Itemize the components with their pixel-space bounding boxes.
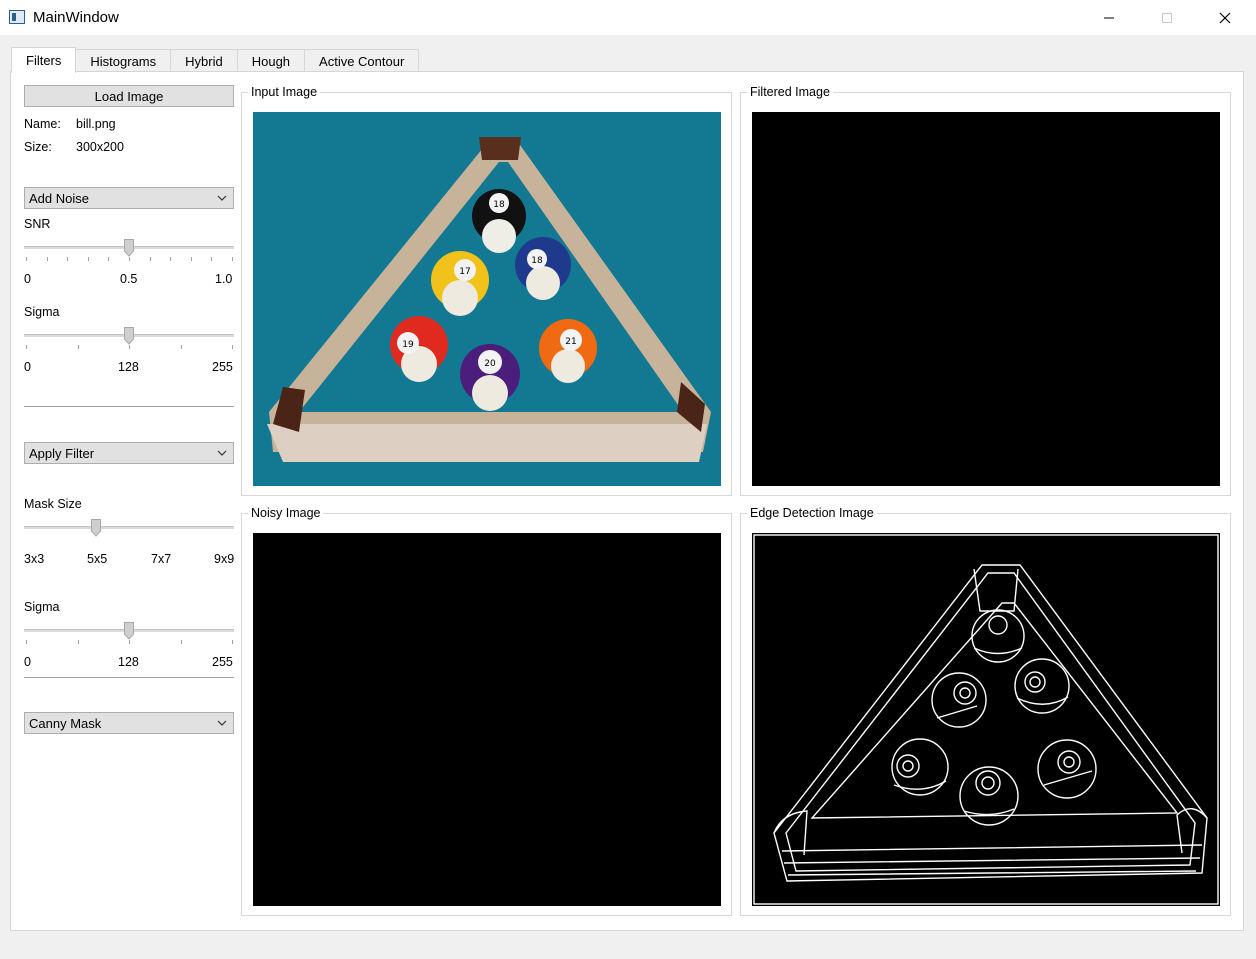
noise-sigma-mid-label: 128 <box>118 360 139 374</box>
noise-sigma-label: Sigma <box>24 305 60 319</box>
edge-mask-value: Canny Mask <box>29 715 102 731</box>
svg-text:19: 19 <box>402 340 414 350</box>
app-icon <box>9 10 25 24</box>
snr-max-label: 1.0 <box>215 272 233 286</box>
slider-tick <box>26 640 27 644</box>
noise-sigma-max-label: 255 <box>212 360 233 374</box>
snr-mid-label: 0.5 <box>120 272 138 286</box>
load-image-button[interactable]: Load Image <box>24 85 234 107</box>
slider-groove <box>24 526 234 529</box>
filtered-image-title: Filtered Image <box>747 85 833 99</box>
slider-tick <box>108 257 110 261</box>
slider-tick <box>129 345 130 349</box>
input-image-view: 18 17 18 19 20 21 <box>253 112 721 486</box>
maximize-icon <box>1162 12 1172 23</box>
noisy-image-group: Noisy Image <box>241 506 732 916</box>
tab-bar: Filters Histograms Hybrid Hough Active C… <box>11 47 420 73</box>
filters-tab-pane: Load Image Name: bill.png Size: 300x200 … <box>10 71 1244 931</box>
slider-tick <box>26 257 27 261</box>
slider-tick <box>170 257 172 261</box>
slider-tick <box>190 257 192 261</box>
slider-tick <box>180 345 182 349</box>
mask-size-label-9x9: 9x9 <box>214 552 235 566</box>
divider <box>24 677 234 678</box>
mask-size-slider[interactable] <box>24 513 234 543</box>
tab-active-contour[interactable]: Active Contour <box>305 49 420 73</box>
mask-size-label-7x7: 7x7 <box>151 552 172 566</box>
filter-type-combo[interactable]: Apply Filter <box>24 442 234 464</box>
chevron-down-icon <box>217 195 227 201</box>
slider-tick <box>180 640 182 644</box>
svg-text:21: 21 <box>565 337 576 347</box>
filter-sigma-min-label: 0 <box>24 655 31 669</box>
slider-tick <box>232 345 233 349</box>
close-button[interactable] <box>1196 0 1254 35</box>
slider-tick <box>232 640 233 644</box>
edge-detection-view <box>752 533 1220 906</box>
snr-label: SNR <box>24 217 51 231</box>
mask-size-label: Mask Size <box>24 497 82 511</box>
filtered-image-group: Filtered Image <box>740 85 1231 496</box>
tab-histograms[interactable]: Histograms <box>76 49 172 73</box>
filter-type-value: Apply Filter <box>29 445 95 461</box>
filter-sigma-label: Sigma <box>24 600 60 614</box>
input-image-group: Input Image 18 17 18 19 20 21 <box>241 85 732 496</box>
slider-tick <box>129 257 130 261</box>
slider-tick <box>46 257 48 261</box>
size-label: Size: <box>24 140 52 154</box>
filter-sigma-slider[interactable] <box>24 616 234 646</box>
slider-tick <box>129 640 130 644</box>
slider-tick <box>149 257 151 261</box>
name-label: Name: <box>24 117 61 131</box>
slider-handle[interactable] <box>124 239 134 257</box>
filter-sigma-mid-label: 128 <box>118 655 139 669</box>
filter-sigma-max-label: 255 <box>212 655 233 669</box>
slider-handle[interactable] <box>124 327 135 345</box>
slider-tick <box>26 345 27 349</box>
slider-tick <box>87 257 89 261</box>
input-image-title: Input Image <box>248 85 321 99</box>
svg-text:20: 20 <box>484 359 496 369</box>
noise-type-value: Add Noise <box>29 190 89 206</box>
edge-detection-group: Edge Detection Image <box>740 506 1231 916</box>
title-bar: MainWindow <box>0 0 1256 35</box>
chevron-down-icon <box>217 450 227 456</box>
slider-tick <box>232 257 233 261</box>
edge-mask-combo[interactable]: Canny Mask <box>24 712 234 734</box>
noise-sigma-slider[interactable] <box>24 321 234 351</box>
window-title: MainWindow <box>33 9 119 26</box>
image-size-value: 300x200 <box>76 140 124 154</box>
edge-detection-title: Edge Detection Image <box>747 506 877 520</box>
noise-sigma-min-label: 0 <box>24 360 31 374</box>
noise-type-combo[interactable]: Add Noise <box>24 187 234 209</box>
slider-tick <box>211 257 213 261</box>
billiard-rack-image: 18 17 18 19 20 21 <box>253 112 721 486</box>
tab-filters[interactable]: Filters <box>11 47 77 73</box>
slider-handle[interactable] <box>90 519 101 537</box>
edge-detection-image <box>753 534 1219 905</box>
slider-tick <box>77 640 79 644</box>
slider-tick <box>77 345 79 349</box>
chevron-down-icon <box>217 720 227 726</box>
tab-hybrid[interactable]: Hybrid <box>171 49 238 73</box>
filtered-image-view <box>752 112 1220 486</box>
image-name-value: bill.png <box>76 117 116 131</box>
snr-min-label: 0 <box>24 272 31 286</box>
minimize-button[interactable] <box>1080 0 1138 35</box>
svg-text:18: 18 <box>493 200 505 210</box>
mask-size-label-3x3: 3x3 <box>24 552 45 566</box>
minimize-icon <box>1104 17 1114 18</box>
close-icon <box>1219 12 1231 23</box>
maximize-button[interactable] <box>1138 0 1196 35</box>
divider <box>24 406 234 407</box>
svg-text:17: 17 <box>459 267 470 277</box>
svg-text:18: 18 <box>531 256 543 266</box>
mask-size-label-5x5: 5x5 <box>87 552 108 566</box>
snr-slider[interactable] <box>24 233 234 263</box>
noisy-image-title: Noisy Image <box>248 506 324 520</box>
slider-tick <box>67 257 69 261</box>
tab-hough[interactable]: Hough <box>237 49 306 73</box>
noisy-image-view <box>253 533 721 906</box>
slider-handle[interactable] <box>124 622 135 640</box>
